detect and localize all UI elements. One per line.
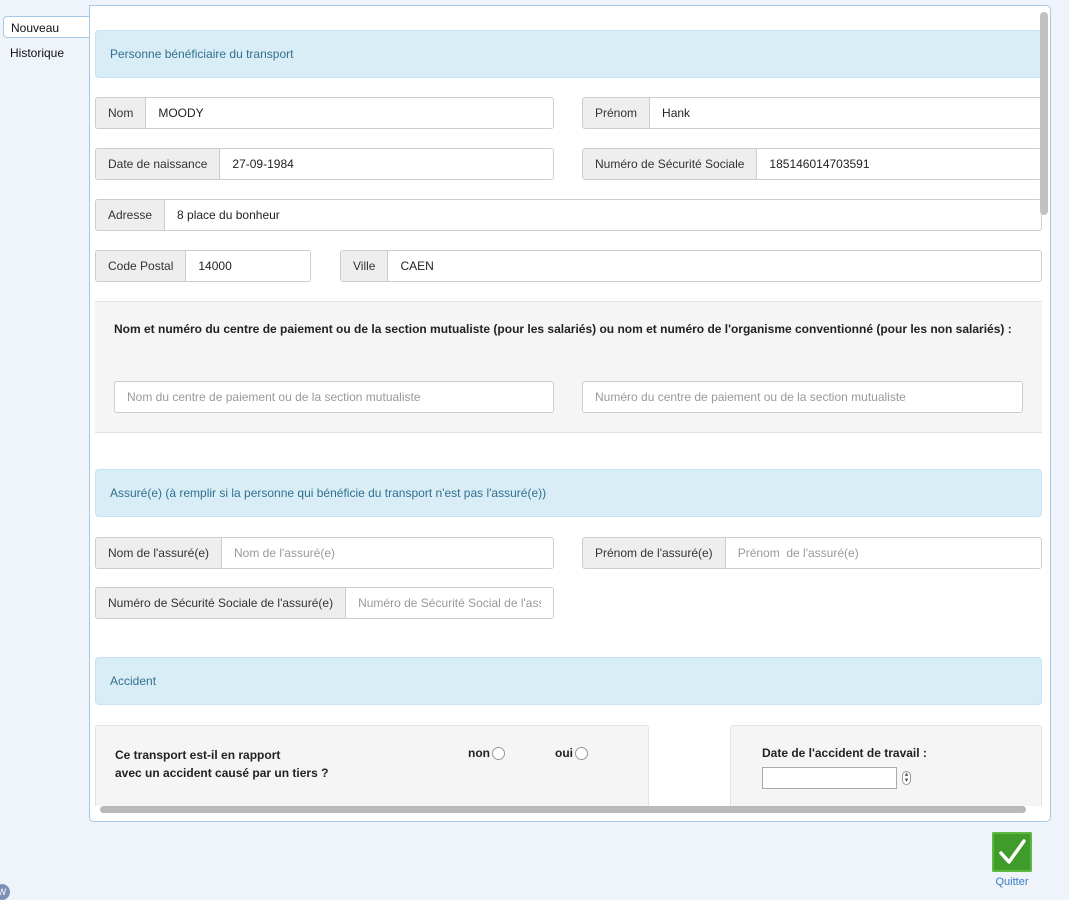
ssn-label: Numéro de Sécurité Sociale: [583, 149, 758, 179]
insured-ssn-input[interactable]: [346, 588, 553, 618]
address-input[interactable]: [165, 200, 1041, 230]
insured-prenom-label: Prénom de l'assuré(e): [583, 538, 726, 568]
insured-nom-label: Nom de l'assuré(e): [96, 538, 222, 568]
accident-question-panel: Ce transport est-il en rapport avec un a…: [95, 725, 649, 806]
horizontal-scrollbar[interactable]: [100, 806, 1026, 813]
insured-prenom-field: Prénom de l'assuré(e): [582, 537, 1042, 569]
beneficiary-header: Personne bénéficiaire du transport: [95, 30, 1042, 78]
zip-field: Code Postal: [95, 250, 311, 282]
date-spinner-icon[interactable]: ▴ ▾: [902, 771, 911, 785]
insured-header: Assuré(e) (à remplir si la personne qui …: [95, 469, 1042, 517]
payment-center-title: Nom et numéro du centre de paiement ou d…: [114, 322, 1012, 336]
payment-center-number-input[interactable]: [582, 381, 1023, 413]
accident-question-line1: Ce transport est-il en rapport: [115, 748, 281, 762]
dob-label: Date de naissance: [96, 149, 221, 179]
tab-historique[interactable]: Historique: [3, 42, 89, 64]
logo-icon: W: [0, 884, 10, 900]
accident-date-input[interactable]: [762, 767, 897, 789]
zip-label: Code Postal: [96, 251, 187, 281]
accident-yes-label: oui: [555, 746, 573, 760]
ssn-field: Numéro de Sécurité Sociale: [582, 148, 1042, 180]
insured-nom-input[interactable]: [222, 538, 553, 568]
accident-header: Accident: [95, 657, 1042, 705]
accident-no-option: non: [468, 746, 505, 760]
insured-nom-field: Nom de l'assuré(e): [95, 537, 554, 569]
dob-input[interactable]: [220, 149, 553, 179]
accident-no-label: non: [468, 746, 490, 760]
vertical-scrollbar[interactable]: [1040, 12, 1048, 215]
prenom-field: Prénom: [582, 97, 1042, 129]
checkmark-icon[interactable]: [992, 832, 1032, 872]
nom-input[interactable]: [146, 98, 553, 128]
city-field: Ville: [340, 250, 1042, 282]
payment-center-name-input[interactable]: [114, 381, 554, 413]
dob-field: Date de naissance: [95, 148, 554, 180]
accident-question: Ce transport est-il en rapport avec un a…: [115, 746, 328, 782]
insured-ssn-field: Numéro de Sécurité Sociale de l'assuré(e…: [95, 587, 554, 619]
nom-label: Nom: [96, 98, 147, 128]
tab-nouveau[interactable]: Nouveau: [3, 16, 89, 38]
insured-ssn-label: Numéro de Sécurité Sociale de l'assuré(e…: [96, 588, 347, 618]
address-label: Adresse: [96, 200, 166, 230]
main-frame: Personne bénéficiaire du transport Nom P…: [89, 5, 1051, 822]
accident-yes-option: oui: [555, 746, 588, 760]
accident-date-panel: Date de l'accident de travail : ▴ ▾: [730, 725, 1042, 806]
address-field: Adresse: [95, 199, 1042, 231]
nom-field: Nom: [95, 97, 554, 129]
zip-input[interactable]: [186, 251, 310, 281]
quit-button[interactable]: Quitter: [992, 876, 1032, 888]
prenom-label: Prénom: [583, 98, 651, 128]
insured-prenom-input[interactable]: [725, 538, 1041, 568]
prenom-input[interactable]: [650, 98, 1041, 128]
city-label: Ville: [341, 251, 389, 281]
ssn-input[interactable]: [757, 149, 1041, 179]
payment-center-band: Nom et numéro du centre de paiement ou d…: [95, 301, 1042, 433]
city-input[interactable]: [388, 251, 1041, 281]
accident-yes-radio[interactable]: [575, 746, 588, 760]
accident-question-line2: avec un accident causé par un tiers ?: [115, 766, 329, 780]
accident-no-radio[interactable]: [492, 746, 505, 760]
form-content: Personne bénéficiaire du transport Nom P…: [95, 6, 1043, 806]
accident-date-label: Date de l'accident de travail :: [762, 746, 927, 760]
